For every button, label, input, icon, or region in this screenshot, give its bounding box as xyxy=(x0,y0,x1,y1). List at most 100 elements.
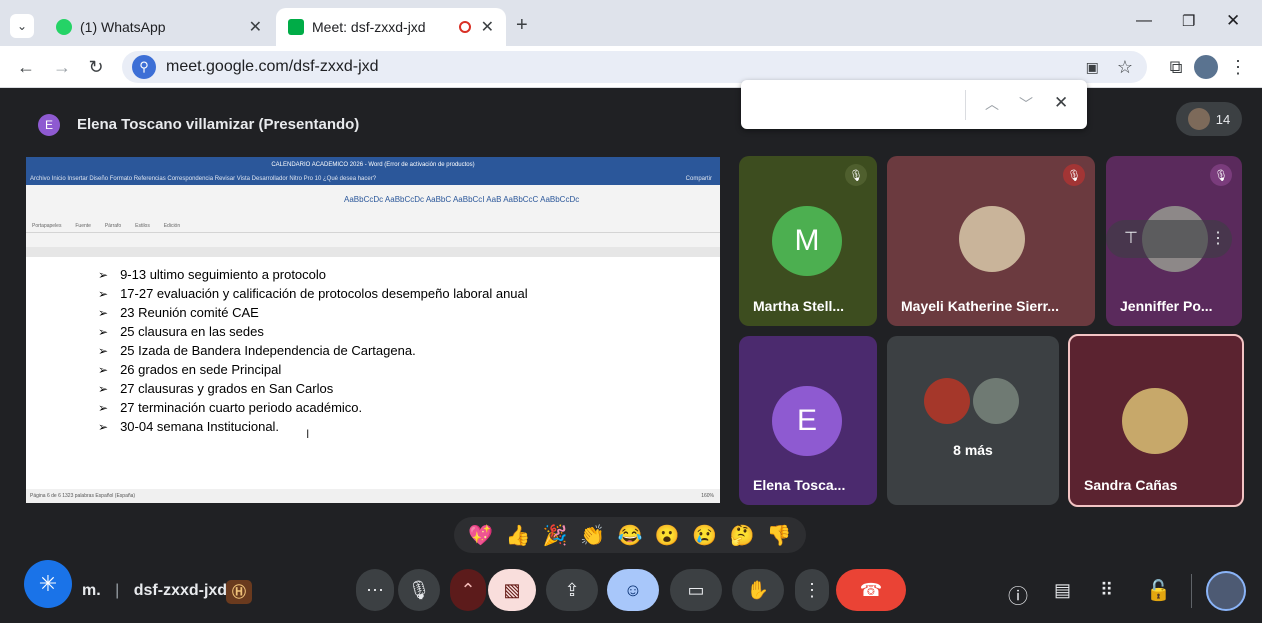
word-quick-access xyxy=(26,233,720,247)
bookmark-star-icon[interactable]: ☆ xyxy=(1117,57,1133,78)
captions-button[interactable]: ▭ xyxy=(670,569,722,611)
meet-icon xyxy=(288,19,304,35)
arrow-bullet-icon: ➢ xyxy=(98,324,109,339)
word-document: ➢ 9-13 ultimo seguimiento a protocolo ➢ 17… xyxy=(36,257,712,485)
forward-icon[interactable]: → xyxy=(52,57,72,78)
party-reaction[interactable]: 🎉 xyxy=(543,523,568,548)
self-view-avatar[interactable] xyxy=(1206,571,1246,611)
avatar: E xyxy=(772,386,842,456)
word-status-bar: Página 6 de 6 1323 palabras Español (Esp… xyxy=(26,489,720,503)
raise-hand-button[interactable]: ✋ xyxy=(732,569,784,611)
close-find-icon[interactable]: ✕ xyxy=(1054,93,1068,113)
word-zoom: 160% xyxy=(701,493,714,499)
activities-icon[interactable]: ⠿ xyxy=(1100,580,1113,601)
thumbs-down-reaction[interactable]: 👎 xyxy=(767,523,792,548)
find-divider xyxy=(965,90,966,120)
word-ribbon: AaBbCcDc AaBbCcDc AaBbC AaBbCcI AaB AaBb… xyxy=(26,185,720,233)
host-controls-icon[interactable]: Ⓗ xyxy=(226,580,252,604)
participant-tile[interactable]: 🎙 Mayeli Katherine Sierr... xyxy=(887,156,1095,326)
divider xyxy=(1191,574,1192,608)
doc-bullet-line: ➢ 26 grados en sede Principal xyxy=(98,362,282,377)
extensions-icon[interactable]: ⧉ xyxy=(1166,57,1186,78)
find-input[interactable] xyxy=(751,90,961,118)
more-participants-tile[interactable]: 8 más xyxy=(887,336,1059,505)
arrow-bullet-icon: ➢ xyxy=(98,362,109,377)
meeting-info-icon[interactable]: ⓘ xyxy=(1008,580,1028,609)
url-text: meet.google.com/dsf-zxxd-jxd xyxy=(166,58,379,75)
text-cursor-icon: I xyxy=(306,427,310,441)
meet-control-bar: ✳ m. | dsf-zxxd-jxd Ⓗ ⋯ 🎙 ⌃ ▧ ⇪ ☺ ▭ ✋ ⋮ … xyxy=(0,560,1262,623)
gemini-icon[interactable]: ✳ xyxy=(24,560,72,608)
microphone-button[interactable]: 🎙 xyxy=(398,569,440,611)
arrow-bullet-icon: ➢ xyxy=(98,400,109,415)
reload-icon[interactable]: ↻ xyxy=(86,57,106,78)
heart-reaction[interactable]: 💖 xyxy=(468,523,493,548)
close-window-button[interactable]: ✕ xyxy=(1226,11,1240,31)
surprised-reaction[interactable]: 😮 xyxy=(655,523,680,548)
address-bar[interactable]: ⚲ meet.google.com/dsf-zxxd-jxd ▣ ☆ xyxy=(122,51,1147,83)
reactions-bar: 💖 👍 🎉 👏 😂 😮 😢 🤔 👎 xyxy=(454,517,806,553)
close-tab-icon[interactable]: ✕ xyxy=(481,17,494,37)
divider: | xyxy=(115,582,120,599)
laugh-reaction[interactable]: 😂 xyxy=(618,523,643,548)
tab-label: (1) WhatsApp xyxy=(80,19,166,35)
avatar: M xyxy=(772,206,842,276)
presenter-label: Elena Toscano villamizar (Presentando) xyxy=(77,116,360,133)
thumbs-up-reaction[interactable]: 👍 xyxy=(506,523,531,548)
end-call-button[interactable]: ☎ xyxy=(836,569,906,611)
tab-search-button[interactable]: ⌄ xyxy=(10,14,34,38)
profile-avatar[interactable] xyxy=(1194,55,1218,79)
participants-button[interactable]: 14 xyxy=(1176,102,1242,136)
presenter-avatar: E xyxy=(38,114,60,136)
pin-icon[interactable]: ⊤ xyxy=(1124,228,1138,248)
shared-screen: CALENDARIO ACADEMICO 2026 - Word (Error … xyxy=(26,157,720,503)
more-options-button[interactable]: ⋮ xyxy=(795,569,829,611)
arrow-bullet-icon: ➢ xyxy=(98,419,109,434)
more-options-icon[interactable]: ⋮ xyxy=(1210,228,1226,248)
participant-tile[interactable]: E Elena Tosca... xyxy=(739,336,877,505)
participant-tile-active-speaker[interactable]: Sandra Cañas xyxy=(1068,334,1244,507)
present-screen-button[interactable]: ⇪ xyxy=(546,569,598,611)
meeting-details: m. | dsf-zxxd-jxd xyxy=(82,582,227,600)
tab-label: Meet: dsf-zxxd-jxd xyxy=(312,19,426,35)
page-search-icon[interactable]: ▣ xyxy=(1086,59,1099,76)
participant-tile[interactable]: 🎙 M Martha Stell... xyxy=(739,156,877,326)
doc-bullet-line: ➢ 9-13 ultimo seguimiento a protocolo xyxy=(98,267,327,282)
whatsapp-icon xyxy=(56,19,72,35)
camera-off-button[interactable]: ▧ xyxy=(488,569,536,611)
back-icon[interactable]: ← xyxy=(16,57,36,78)
find-in-page-popup: ︿ ﹀ ✕ xyxy=(741,80,1087,129)
doc-bullet-line: ➢ 17-27 evaluación y calificación de prot… xyxy=(98,286,528,301)
participant-name: Jenniffer Po... xyxy=(1120,298,1213,314)
minimize-button[interactable]: — xyxy=(1136,12,1152,30)
previous-match-icon[interactable]: ︿ xyxy=(985,94,999,114)
participant-name: Elena Tosca... xyxy=(753,477,846,493)
browser-menu-icon[interactable]: ⋮ xyxy=(1228,57,1248,78)
new-tab-button[interactable]: + xyxy=(516,14,528,37)
word-ruler xyxy=(26,247,720,257)
restore-button[interactable]: ❐ xyxy=(1182,12,1195,30)
arrow-bullet-icon: ➢ xyxy=(98,267,109,282)
close-tab-icon[interactable]: ✕ xyxy=(249,17,262,37)
video-options-button[interactable]: ⌃ xyxy=(450,569,486,611)
sad-reaction[interactable]: 😢 xyxy=(692,523,717,548)
tab-meet[interactable]: Meet: dsf-zxxd-jxd ✕ xyxy=(276,8,506,46)
avatar xyxy=(959,206,1025,272)
chat-icon[interactable]: ▤ xyxy=(1054,580,1071,601)
next-match-icon[interactable]: ﹀ xyxy=(1019,94,1033,114)
tab-whatsapp[interactable]: (1) WhatsApp ✕ xyxy=(44,8,274,46)
thinking-reaction[interactable]: 🤔 xyxy=(730,523,755,548)
doc-bullet-line: ➢ 25 Izada de Bandera Independencia de Ca… xyxy=(98,343,416,358)
audio-options-button[interactable]: ⋯ xyxy=(356,569,394,611)
word-ribbon-styles: AaBbCcDc AaBbCcDc AaBbC AaBbCcI AaB AaBb… xyxy=(344,195,580,204)
doc-bullet-line: ➢ 30-04 semana Institucional. xyxy=(98,419,280,434)
emoji-reactions-button[interactable]: ☺ xyxy=(607,569,659,611)
participant-tile[interactable]: 🎙 ⊤ ⋮ Jenniffer Po... xyxy=(1106,156,1242,326)
participants-avatars-icon xyxy=(1187,108,1210,130)
participant-name: Martha Stell... xyxy=(753,298,845,314)
host-lock-icon[interactable]: 🔓 xyxy=(1146,578,1171,603)
clap-reaction[interactable]: 👏 xyxy=(580,523,605,548)
participant-name: Sandra Cañas xyxy=(1084,477,1178,493)
mic-off-icon: 🎙 xyxy=(1210,164,1232,186)
site-info-icon[interactable]: ⚲ xyxy=(132,55,156,79)
